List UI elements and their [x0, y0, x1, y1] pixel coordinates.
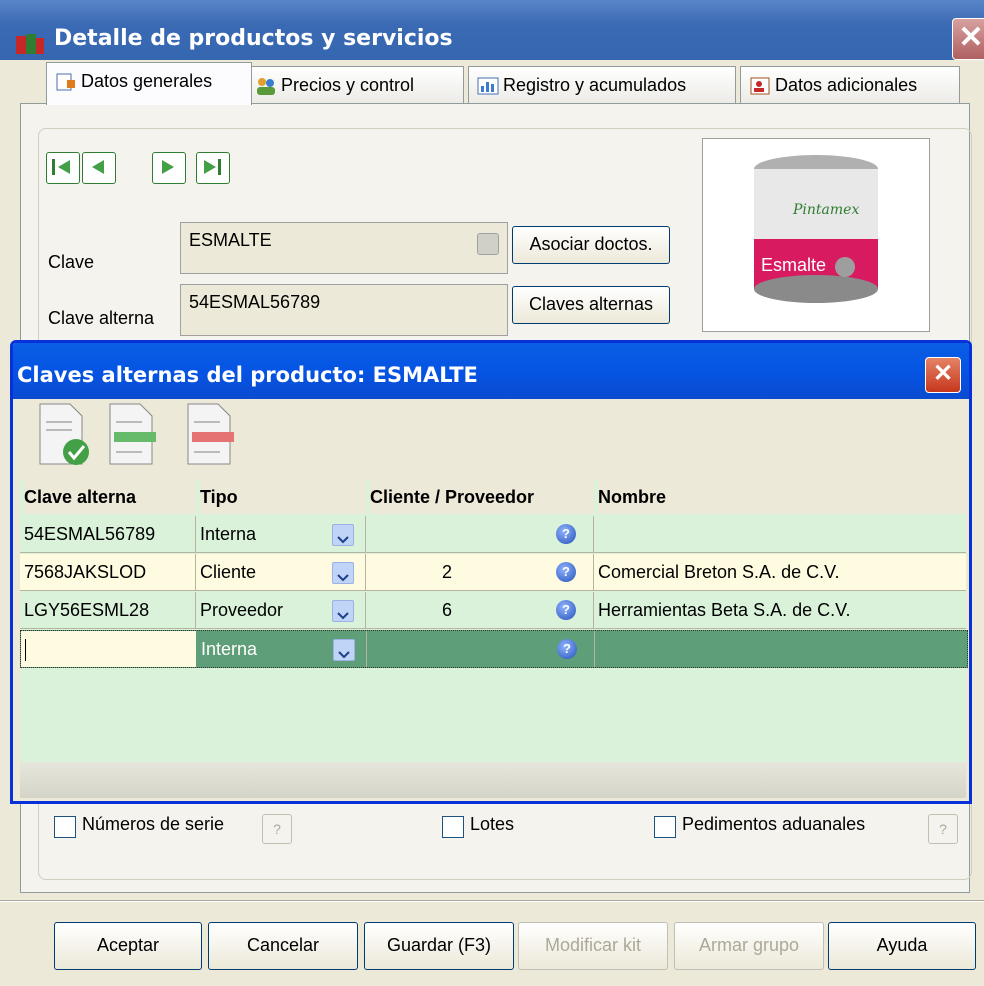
first-record-button[interactable] — [46, 152, 80, 184]
dialog-titlebar: Claves alternas del producto: ESMALTE ✕ — [13, 343, 969, 399]
col-header-tipo[interactable]: Tipo — [200, 480, 366, 514]
window-titlebar: Detalle de productos y servicios ✕ — [0, 0, 984, 60]
previous-arrow-icon — [92, 160, 104, 174]
cell-clave-editor[interactable] — [21, 631, 197, 667]
form-icon — [56, 73, 75, 91]
cell-nombre — [595, 631, 967, 667]
cell-cliente[interactable]: 6? — [366, 592, 594, 628]
next-arrow-icon — [162, 160, 174, 174]
cell-nombre — [594, 516, 966, 552]
footer-separator — [0, 900, 984, 902]
pedimentos-label: Pedimentos aduanales — [682, 814, 866, 834]
claves-alternas-button[interactable]: Claves alternas — [512, 286, 670, 324]
dialog-title: Claves alternas del producto: ESMALTE — [17, 363, 478, 387]
lotes-checkbox[interactable] — [442, 816, 464, 838]
contact-icon — [750, 77, 770, 95]
svg-text:Pintamex: Pintamex — [792, 202, 859, 218]
product-image: Pintamex Esmalte — [702, 138, 930, 332]
paint-can-image: Pintamex Esmalte — [754, 155, 878, 303]
tab-registro-acumulados-label: Registro y acumulados — [503, 75, 687, 95]
help-lookup-icon[interactable]: ? — [556, 562, 576, 582]
asociar-doctos-button[interactable]: Asociar doctos. — [512, 226, 670, 264]
tab-precios-control-label: Precios y control — [281, 75, 415, 95]
clave-value: ESMALTE — [189, 230, 272, 250]
users-icon — [257, 78, 275, 96]
window-close-button[interactable]: ✕ — [952, 18, 984, 60]
cell-cliente[interactable]: ? — [366, 516, 594, 552]
ayuda-button[interactable]: Ayuda — [828, 922, 976, 970]
cell-tipo[interactable]: Cliente — [196, 554, 366, 590]
window-title: Detalle de productos y servicios — [54, 26, 453, 51]
chevron-down-icon[interactable] — [332, 524, 354, 546]
cell-tipo[interactable]: Interna — [196, 516, 366, 552]
armar-grupo-button[interactable]: Armar grupo — [674, 922, 824, 970]
table-row[interactable]: 54ESMAL56789 Interna ? — [20, 516, 966, 553]
chart-icon — [477, 77, 499, 95]
tipo-value: Proveedor — [200, 600, 284, 620]
help-lookup-icon[interactable]: ? — [556, 524, 576, 544]
chevron-down-icon[interactable] — [333, 639, 355, 661]
previous-record-button[interactable] — [82, 152, 116, 184]
help-lookup-icon[interactable]: ? — [557, 639, 577, 659]
tab-precios-control[interactable]: Precios y control — [246, 66, 464, 103]
cell-clave[interactable]: 7568JAKSLOD — [20, 554, 196, 590]
series-help-icon: ? — [262, 814, 292, 844]
cancelar-button[interactable]: Cancelar — [208, 922, 358, 970]
tab-datos-adicionales[interactable]: Datos adicionales — [740, 66, 960, 103]
first-arrow-icon — [52, 159, 70, 175]
numeros-serie-checkbox[interactable] — [54, 816, 76, 838]
pedimentos-checkbox[interactable] — [654, 816, 676, 838]
cell-tipo[interactable]: Interna — [197, 631, 367, 667]
app-icon — [16, 34, 44, 54]
delete-row-icon[interactable] — [184, 402, 244, 470]
col-header-cliente[interactable]: Cliente / Proveedor — [370, 480, 594, 514]
cliente-value: 2 — [442, 562, 453, 582]
table-row[interactable]: LGY56ESML28 Proveedor 6? Herramientas Be… — [20, 592, 966, 629]
last-record-button[interactable] — [196, 152, 230, 184]
clave-label: Clave — [48, 252, 95, 272]
table-row[interactable]: 7568JAKSLOD Cliente 2? Comercial Breton … — [20, 554, 966, 591]
modificar-kit-button[interactable]: Modificar kit — [518, 922, 668, 970]
cell-nombre: Comercial Breton S.A. de C.V. — [598, 562, 840, 582]
pedimentos-help-icon: ? — [928, 814, 958, 844]
tab-datos-adicionales-label: Datos adicionales — [775, 75, 918, 95]
help-lookup-icon[interactable]: ? — [556, 600, 576, 620]
caret — [25, 639, 26, 662]
dialog-close-button[interactable]: ✕ — [925, 357, 961, 393]
clave-alterna-field[interactable]: 54ESMAL56789 — [180, 284, 508, 336]
col-header-clave[interactable]: Clave alterna — [24, 480, 196, 514]
tab-registro-acumulados[interactable]: Registro y acumulados — [468, 66, 736, 103]
svg-text:Esmalte: Esmalte — [761, 255, 826, 275]
table-row-selected[interactable]: Interna ? — [20, 630, 968, 668]
last-arrow-icon — [204, 159, 221, 175]
tab-datos-generales[interactable]: Datos generales — [46, 62, 252, 105]
next-record-button[interactable] — [152, 152, 186, 184]
lotes-label: Lotes — [470, 814, 515, 834]
guardar-button[interactable]: Guardar (F3) — [364, 922, 514, 970]
tipo-value: Interna — [201, 639, 258, 659]
cell-cliente[interactable]: ? — [367, 631, 595, 667]
aceptar-button[interactable]: Aceptar — [54, 922, 202, 970]
cliente-value: 6 — [442, 600, 453, 620]
tipo-value: Interna — [200, 524, 257, 544]
save-document-icon[interactable] — [36, 402, 96, 470]
numeros-serie-label: Números de serie — [82, 814, 225, 834]
clave-alterna-label: Clave alterna — [48, 308, 155, 328]
col-header-nombre[interactable]: Nombre — [598, 480, 966, 514]
add-row-icon[interactable] — [106, 402, 166, 470]
tipo-value: Cliente — [200, 562, 257, 582]
cell-clave[interactable]: 54ESMAL56789 — [20, 516, 196, 552]
chevron-down-icon[interactable] — [332, 600, 354, 622]
clave-field[interactable]: ESMALTE — [180, 222, 508, 274]
chevron-down-icon[interactable] — [332, 562, 354, 584]
tab-datos-generales-label: Datos generales — [81, 71, 213, 91]
cell-tipo[interactable]: Proveedor — [196, 592, 366, 628]
cell-clave[interactable]: LGY56ESML28 — [20, 592, 196, 628]
cell-cliente[interactable]: 2? — [366, 554, 594, 590]
clave-alterna-value: 54ESMAL56789 — [189, 292, 321, 312]
lookup-icon[interactable] — [477, 233, 499, 255]
grid-footer — [20, 762, 966, 798]
cell-nombre: Herramientas Beta S.A. de C.V. — [598, 600, 851, 620]
